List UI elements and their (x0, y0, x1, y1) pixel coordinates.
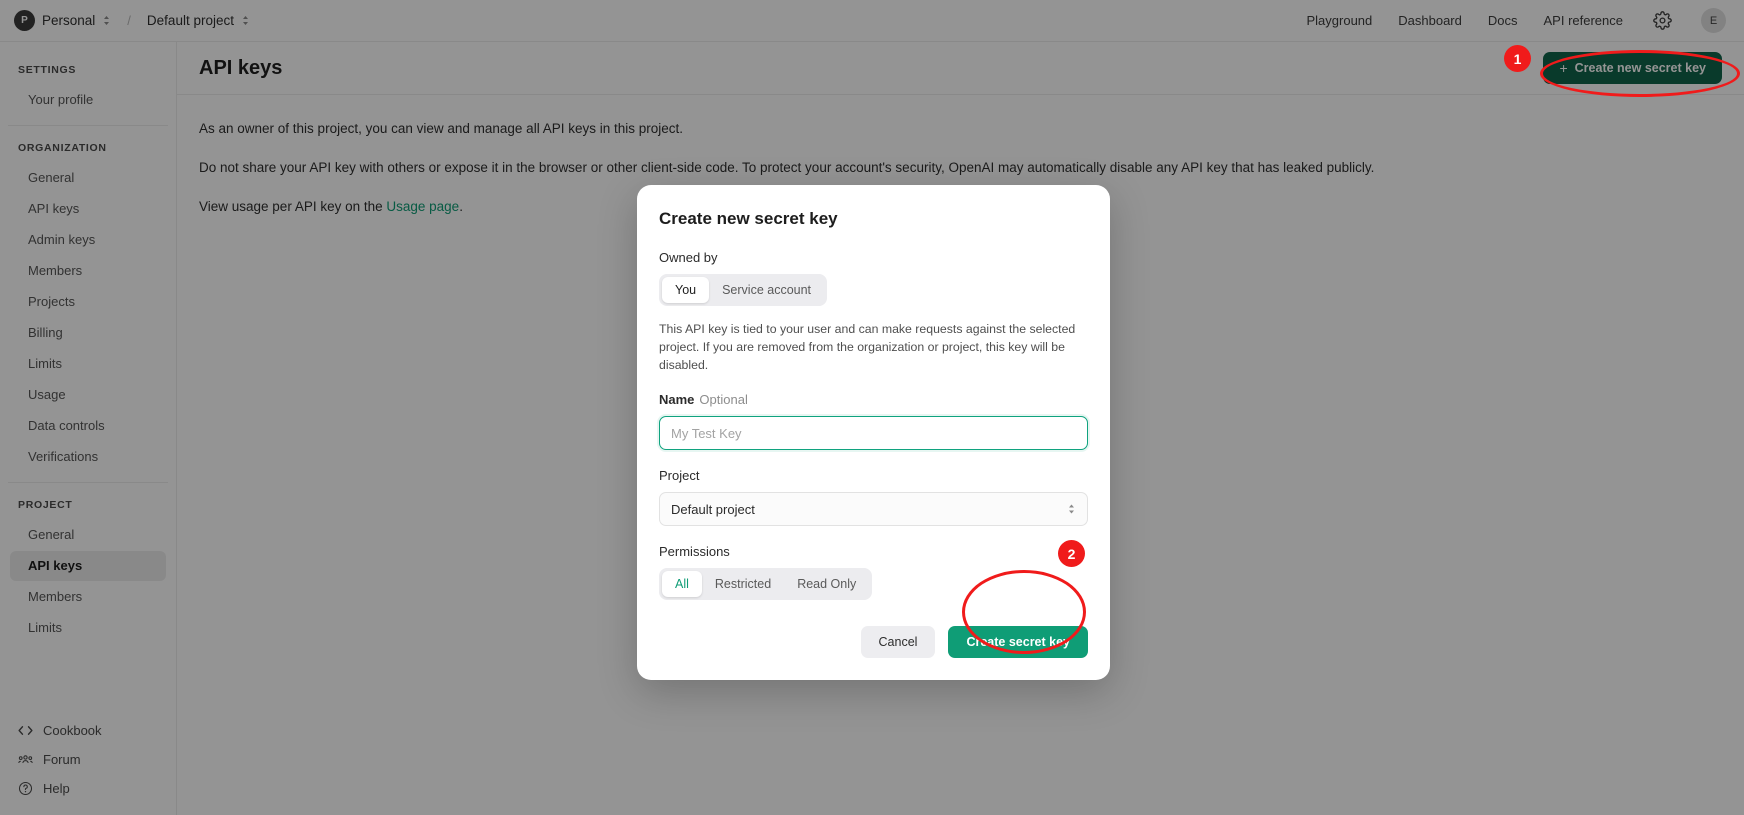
project-select[interactable]: Default project (659, 492, 1088, 526)
name-label-text: Name (659, 392, 695, 407)
name-input[interactable] (659, 416, 1088, 450)
owned-by-helper-text: This API key is tied to your user and ca… (659, 322, 1076, 372)
name-group: Name Optional (659, 392, 1088, 450)
project-label: Project (659, 468, 700, 483)
dialog-actions: Cancel Create secret key (659, 626, 1088, 658)
permissions-segmented-control: All Restricted Read Only (659, 568, 873, 600)
project-group: Project Default project (659, 468, 1088, 526)
name-optional-text: Optional (699, 392, 748, 407)
owned-by-group: Owned by You Service account This API ke… (659, 250, 1088, 374)
owned-by-option-you[interactable]: You (662, 277, 710, 303)
project-select-wrapper: Default project (659, 492, 1088, 526)
chevron-updown-icon (1067, 504, 1076, 515)
permissions-option-read-only[interactable]: Read Only (784, 571, 869, 597)
dialog-title: Create new secret key (659, 209, 838, 228)
cancel-button[interactable]: Cancel (860, 626, 936, 658)
owned-by-segmented-control: You Service account (659, 274, 828, 306)
name-label: Name Optional (659, 392, 1088, 407)
api-keys-page: P Personal / Default project Playground … (0, 0, 1744, 815)
permissions-option-all[interactable]: All (662, 571, 702, 597)
create-secret-key-button[interactable]: Create secret key (948, 626, 1088, 658)
owned-by-option-service-account[interactable]: Service account (709, 277, 824, 303)
permissions-option-restricted[interactable]: Restricted (702, 571, 784, 597)
create-secret-key-dialog: Create new secret key Owned by You Servi… (637, 185, 1110, 680)
permissions-label: Permissions (659, 544, 730, 559)
owned-by-label: Owned by (659, 250, 718, 265)
permissions-group: Permissions All Restricted Read Only (659, 544, 1088, 600)
